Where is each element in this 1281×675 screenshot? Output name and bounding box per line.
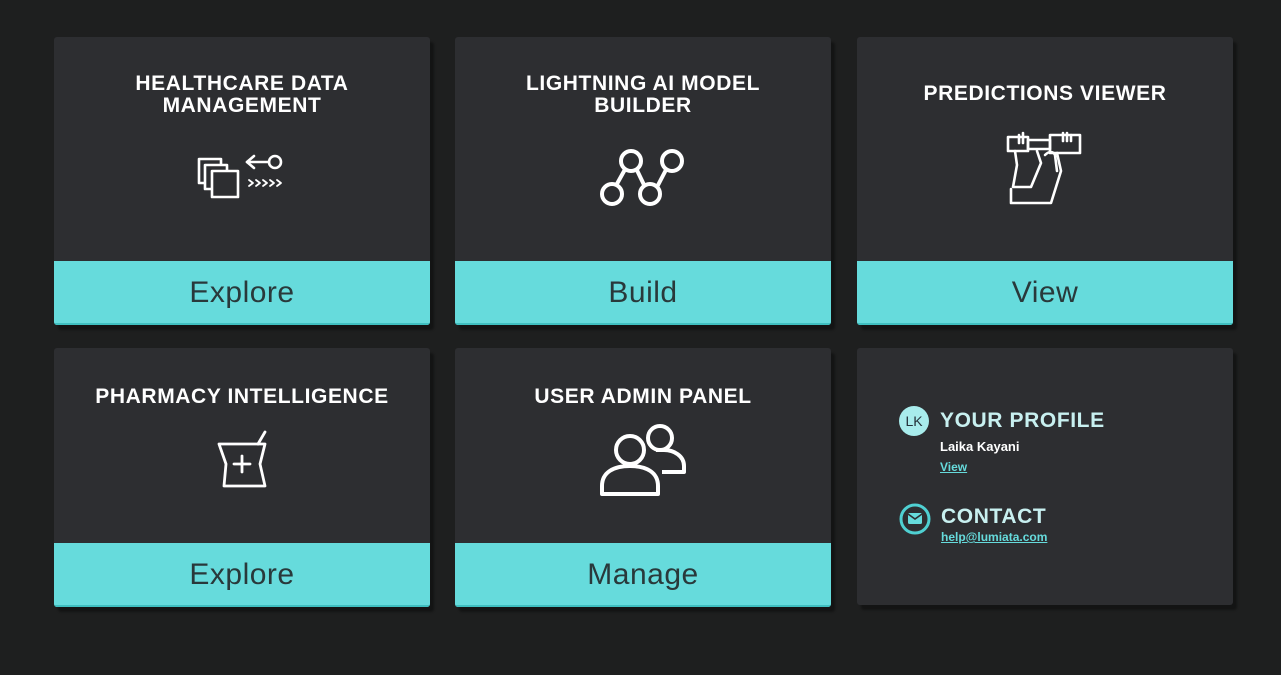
mail-icon	[899, 503, 931, 535]
mortar-pestle-icon	[54, 430, 430, 490]
card-healthcare-data-management: HEALTHCARE DATA MANAGEMENT Explore	[54, 37, 430, 325]
card-title: HEALTHCARE DATA MANAGEMENT	[135, 72, 349, 117]
model-graph-icon	[455, 147, 831, 209]
contact-heading: CONTACT	[941, 505, 1047, 528]
explore-data-button[interactable]: Explore	[54, 261, 430, 325]
card-pharmacy-intelligence: PHARMACY INTELLIGENCE Explore	[54, 348, 430, 607]
avatar: LK	[899, 406, 929, 436]
card-profile-contact: LK YOUR PROFILE Laika Kayani View CONTAC…	[857, 348, 1233, 605]
card-title: USER ADMIN PANEL	[534, 385, 752, 408]
card-lightning-ai-model-builder: LIGHTNING AI MODEL BUILDER Build	[455, 37, 831, 325]
binoculars-icon	[857, 131, 1233, 211]
profile-heading: YOUR PROFILE	[940, 409, 1105, 432]
card-user-admin-panel: USER ADMIN PANEL Manage	[455, 348, 831, 607]
build-model-button[interactable]: Build	[455, 261, 831, 325]
data-transfer-icon	[54, 153, 430, 201]
card-title: PHARMACY INTELLIGENCE	[95, 385, 389, 408]
users-icon	[455, 420, 831, 496]
card-predictions-viewer: PREDICTIONS VIEWER View	[857, 37, 1233, 325]
dashboard-grid: HEALTHCARE DATA MANAGEMENT Explore LIGHT…	[54, 37, 1234, 607]
contact-email-link[interactable]: help@lumiata.com	[941, 530, 1047, 544]
view-profile-link[interactable]: View	[940, 460, 967, 474]
card-title: LIGHTNING AI MODEL BUILDER	[525, 72, 760, 117]
manage-users-button[interactable]: Manage	[455, 543, 831, 607]
explore-pharmacy-button[interactable]: Explore	[54, 543, 430, 607]
card-title: PREDICTIONS VIEWER	[923, 82, 1167, 105]
profile-name: Laika Kayani	[940, 439, 1020, 454]
view-predictions-button[interactable]: View	[857, 261, 1233, 325]
